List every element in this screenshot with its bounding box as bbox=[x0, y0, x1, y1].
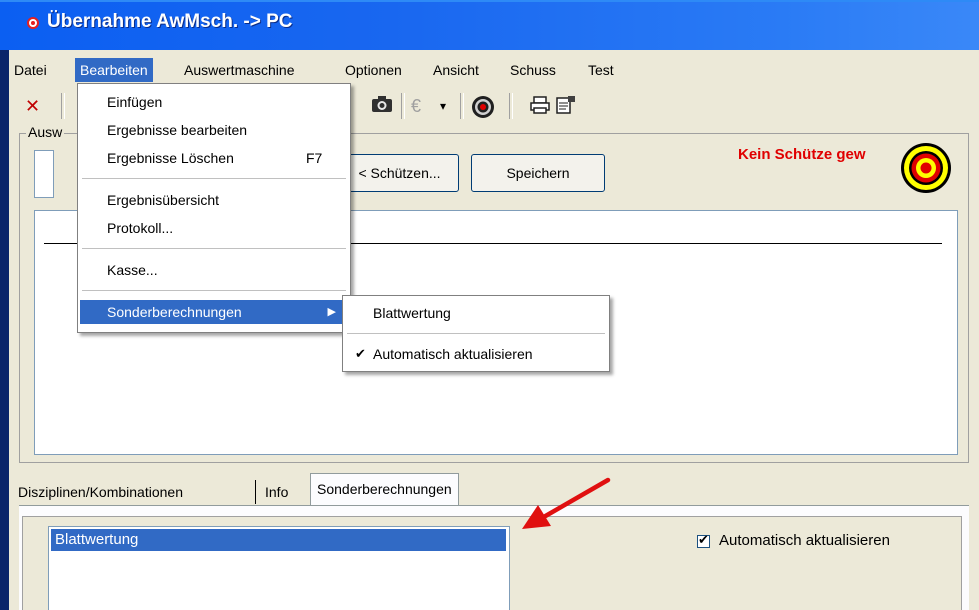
toolbar-separator bbox=[509, 93, 513, 119]
submenu-arrow-icon: ▶ bbox=[327, 306, 336, 318]
app-icon[interactable] bbox=[27, 17, 39, 29]
target-icon[interactable] bbox=[471, 95, 495, 124]
menu-auswertmaschine[interactable]: Auswertmaschine bbox=[179, 58, 300, 82]
menu-item-ergebnisse-bearbeiten[interactable]: Ergebnisse bearbeiten bbox=[80, 118, 348, 142]
menu-item-label: Kasse... bbox=[107, 262, 158, 278]
menu-optionen[interactable]: Optionen bbox=[340, 58, 407, 82]
menu-item-protokoll[interactable]: Protokoll... bbox=[80, 216, 348, 240]
menu-test[interactable]: Test bbox=[583, 58, 619, 82]
target-status-icon bbox=[900, 142, 952, 194]
tab-strip: Disziplinen/Kombinationen Info Sonderber… bbox=[9, 470, 979, 506]
menu-bearbeiten[interactable]: Bearbeiten bbox=[75, 58, 153, 82]
submenu-item-auto-update[interactable]: ✔ Automatisch aktualisieren bbox=[345, 342, 607, 366]
submenu-item-label: Blattwertung bbox=[373, 305, 451, 321]
submenu-item-blattwertung[interactable]: Blattwertung bbox=[345, 301, 607, 325]
close-icon[interactable]: ✕ bbox=[25, 95, 40, 117]
menu-separator bbox=[82, 178, 346, 179]
list-item[interactable]: Blattwertung bbox=[51, 529, 506, 551]
camera-icon[interactable] bbox=[371, 95, 393, 118]
menu-item-einfuegen[interactable]: Einfügen bbox=[80, 90, 348, 114]
menu-separator bbox=[347, 333, 605, 334]
menu-item-sonderberechnungen[interactable]: Sonderberechnungen ▶ bbox=[80, 300, 348, 324]
chevron-down-icon[interactable]: ▾ bbox=[440, 95, 446, 117]
menu-item-label: Einfügen bbox=[107, 94, 163, 110]
menu-item-ergebnisse-loeschen[interactable]: Ergebnisse Löschen F7 bbox=[80, 146, 348, 170]
tab-disziplinen[interactable]: Disziplinen/Kombinationen bbox=[12, 478, 189, 506]
window-title: Übernahme AwMsch. -> PC bbox=[47, 11, 293, 32]
speichern-button[interactable]: Speichern bbox=[471, 154, 605, 192]
auto-update-checkbox[interactable] bbox=[697, 532, 710, 548]
status-text: Kein Schütze gew bbox=[738, 146, 866, 163]
toolbar-separator bbox=[460, 93, 464, 119]
title-bar[interactable]: Übernahme AwMsch. -> PC bbox=[0, 0, 979, 50]
menu-datei[interactable]: Datei bbox=[9, 58, 52, 82]
auto-update-label[interactable]: Automatisch aktualisieren bbox=[719, 532, 890, 549]
menu-ansicht[interactable]: Ansicht bbox=[428, 58, 484, 82]
tab-separator bbox=[255, 480, 256, 504]
menu-bar: Datei Bearbeiten Auswertmaschine Optione… bbox=[9, 58, 979, 82]
menu-item-label: Ergebnisübersicht bbox=[107, 192, 220, 208]
menu-separator bbox=[82, 248, 346, 249]
menu-separator bbox=[82, 290, 346, 291]
menu-schuss[interactable]: Schuss bbox=[505, 58, 561, 82]
menu-item-label: Protokoll... bbox=[107, 220, 174, 236]
group-label: Ausw bbox=[26, 124, 65, 140]
menu-item-label: Sonderberechnungen bbox=[107, 304, 242, 320]
submenu-item-label: Automatisch aktualisieren bbox=[373, 346, 533, 362]
menu-item-shortcut: F7 bbox=[306, 150, 323, 166]
check-icon: ✔ bbox=[355, 346, 366, 361]
euro-icon[interactable]: € bbox=[411, 95, 421, 117]
auswertung-input[interactable] bbox=[34, 150, 54, 198]
tab-sonderberechnungen[interactable]: Sonderberechnungen bbox=[310, 473, 459, 506]
menu-item-label: Ergebnisse bearbeiten bbox=[107, 122, 248, 138]
window-left-edge bbox=[0, 44, 9, 610]
menu-item-kasse[interactable]: Kasse... bbox=[80, 258, 348, 282]
printer-icon[interactable] bbox=[529, 95, 551, 120]
application-window: Übernahme AwMsch. -> PC Datei Bearbeiten… bbox=[0, 0, 979, 610]
tab-info[interactable]: Info bbox=[259, 478, 294, 506]
schuetzen-button[interactable]: < Schützen... bbox=[340, 154, 459, 192]
sonderberechnungen-submenu: Blattwertung ✔ Automatisch aktualisieren bbox=[342, 295, 610, 372]
annotation-arrow bbox=[522, 477, 611, 529]
menu-item-label: Ergebnisse Löschen bbox=[107, 150, 234, 166]
toolbar-separator bbox=[401, 93, 405, 119]
properties-icon[interactable] bbox=[555, 95, 577, 120]
toolbar-separator bbox=[61, 93, 65, 119]
bearbeiten-menu: Einfügen Ergebnisse bearbeiten Ergebniss… bbox=[77, 83, 351, 333]
menu-item-ergebnisuebersicht[interactable]: Ergebnisübersicht bbox=[80, 188, 348, 212]
